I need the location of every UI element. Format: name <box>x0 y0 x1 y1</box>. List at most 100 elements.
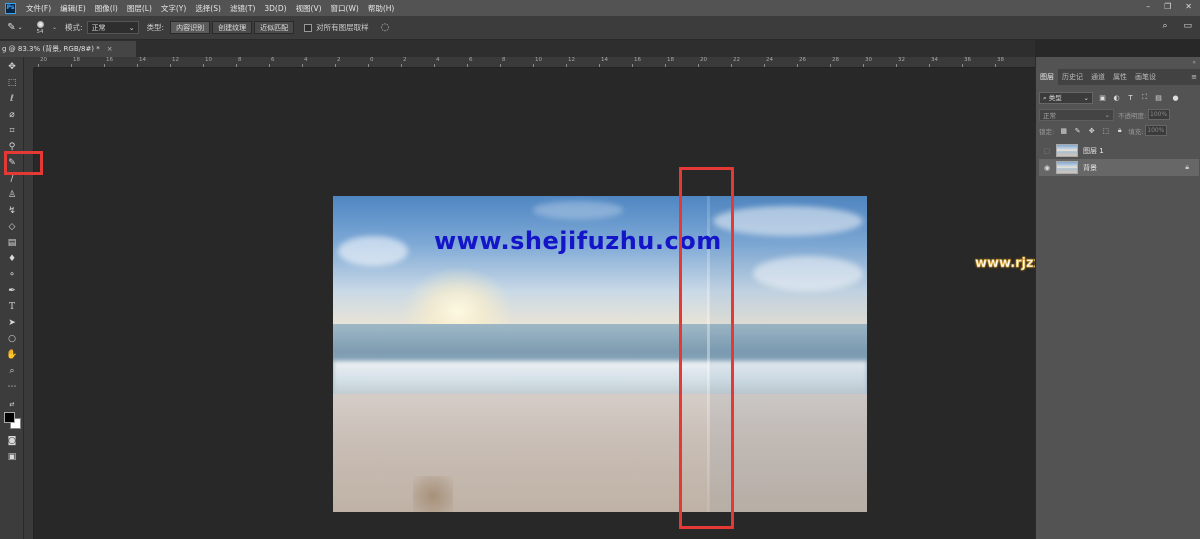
collapse-panel-icon[interactable]: » <box>1192 59 1196 66</box>
lock-artboard-icon[interactable]: ⬚ <box>1101 126 1110 135</box>
minimize-icon[interactable]: – <box>1146 2 1150 11</box>
ruler-label: 8 <box>238 57 242 63</box>
blend-mode-value: 正常 <box>1043 111 1056 120</box>
more-tools-icon[interactable]: ⋯ <box>4 380 20 394</box>
layer-row[interactable]: ◉ 背景 🔒︎ <box>1039 159 1199 176</box>
menu-image[interactable]: 图像(I) <box>95 3 118 14</box>
content-aware-button[interactable]: 内容识别 <box>170 21 211 34</box>
menu-filter[interactable]: 滤镜(T) <box>230 3 255 14</box>
menu-layer[interactable]: 图层(L) <box>127 3 152 14</box>
vertical-ruler <box>24 68 34 539</box>
ruler-label: 18 <box>73 57 80 63</box>
clone-stamp-tool-icon[interactable]: ♙ <box>4 188 20 202</box>
adjustment-filter-icon[interactable]: ◐ <box>1112 93 1121 102</box>
tab-history[interactable]: 历史记 <box>1058 69 1087 85</box>
mode-select[interactable]: 正常 ⌄ <box>86 21 139 34</box>
tab-brush-settings[interactable]: 画笔设 <box>1131 69 1160 85</box>
type-filter-icon[interactable]: T <box>1126 93 1135 102</box>
chevron-down-icon[interactable]: ⌄ <box>52 24 57 31</box>
panel-menu-icon[interactable]: ≡ <box>1191 73 1197 81</box>
shape-filter-icon[interactable]: ⛶ <box>1140 93 1149 102</box>
smart-object-filter-icon[interactable]: ▤ <box>1154 93 1163 102</box>
blur-tool-icon[interactable]: ♦ <box>4 252 20 266</box>
lock-image-icon[interactable]: ✎ <box>1073 126 1082 135</box>
pixel-filter-icon[interactable]: ▣ <box>1098 93 1107 102</box>
menu-file[interactable]: 文件(F) <box>26 3 51 14</box>
foreground-color-swatch[interactable] <box>4 412 15 423</box>
type-tool-icon[interactable]: T <box>4 300 20 314</box>
dodge-tool-icon[interactable]: ⚬ <box>4 268 20 282</box>
close-window-icon[interactable]: ✕ <box>1185 2 1192 11</box>
layer-filter-select[interactable]: ⌕ 类型 ⌄ <box>1039 91 1093 104</box>
menu-select[interactable]: 选择(S) <box>195 3 221 14</box>
window-controls: – ❐ ✕ <box>1146 2 1192 11</box>
move-tool-icon[interactable]: ✥ <box>4 60 20 74</box>
blend-mode-select[interactable]: 正常 ⌄ <box>1039 108 1114 121</box>
sample-all-layers-checkbox[interactable] <box>304 23 313 32</box>
menu-help[interactable]: 帮助(H) <box>368 3 395 14</box>
menu-3d[interactable]: 3D(D) <box>264 4 286 13</box>
panel-tabs: 图层 历史记 通道 属性 画笔设 ≡ <box>1036 69 1200 85</box>
ruler-label: 14 <box>601 57 608 63</box>
crop-tool-icon[interactable]: ⌗ <box>4 124 20 138</box>
workspace-icon[interactable]: ▭ <box>1183 21 1192 31</box>
menu-edit[interactable]: 编辑(E) <box>60 3 86 14</box>
search-icon[interactable]: ⌕ <box>1162 21 1167 31</box>
hand-tool-icon[interactable]: ✋ <box>4 348 20 362</box>
document-tab[interactable]: g @ 83.3% (背景, RGB/8#) * × <box>0 41 136 57</box>
layer-row[interactable]: □ 图层 1 <box>1039 142 1199 159</box>
lasso-tool-icon[interactable]: ℓ <box>4 92 20 106</box>
ruler-tick <box>335 64 336 67</box>
lock-label: 锁定: <box>1039 127 1055 136</box>
ruler-tick <box>500 64 501 67</box>
ruler-corner <box>24 57 34 68</box>
ruler-label: 4 <box>436 57 440 63</box>
opacity-input[interactable]: 100% <box>1148 109 1171 120</box>
fill-input[interactable]: 100% <box>1145 125 1168 136</box>
tab-properties[interactable]: 属性 <box>1109 69 1131 85</box>
filter-toggle-icon[interactable]: ● <box>1171 93 1180 102</box>
ruler-tick <box>665 64 666 67</box>
tab-layers[interactable]: 图层 <box>1036 69 1058 85</box>
quick-selection-tool-icon[interactable]: ⌀ <box>4 108 20 122</box>
lock-all-icon[interactable]: 🔒︎ <box>1115 126 1124 135</box>
lock-transparent-icon[interactable]: ▦ <box>1059 126 1068 135</box>
ruler-label: 0 <box>370 57 374 63</box>
brush-size-picker[interactable]: 54 <box>30 18 50 38</box>
cloud-shape <box>533 201 623 219</box>
ruler-label: 26 <box>799 57 806 63</box>
restore-icon[interactable]: ❐ <box>1164 2 1171 11</box>
ruler-label: 36 <box>964 57 971 63</box>
spot-healing-brush-tool-preset-icon[interactable]: ✎ ⌄ <box>0 18 30 38</box>
ruler-label: 38 <box>997 57 1004 63</box>
menu-view[interactable]: 视图(V) <box>296 3 322 14</box>
blend-row: 正常 ⌄ 不透明度: 100% <box>1039 108 1197 121</box>
ruler-tick <box>434 64 435 67</box>
proximity-match-button[interactable]: 近似匹配 <box>254 21 295 34</box>
lock-position-icon[interactable]: ✥ <box>1087 126 1096 135</box>
eraser-tool-icon[interactable]: ◇ <box>4 220 20 234</box>
ruler-tick <box>533 64 534 67</box>
swap-colors-icon[interactable]: ⇄ <box>4 397 20 411</box>
tab-channels[interactable]: 通道 <box>1087 69 1109 85</box>
marquee-tool-icon[interactable]: ⬚ <box>4 76 20 90</box>
zoom-tool-icon[interactable]: ⌕ <box>4 364 20 378</box>
gradient-tool-icon[interactable]: ▤ <box>4 236 20 250</box>
screen-mode-icon[interactable]: ▣ <box>4 450 20 464</box>
path-selection-tool-icon[interactable]: ➤ <box>4 316 20 330</box>
history-brush-tool-icon[interactable]: ↯ <box>4 204 20 218</box>
quick-mask-icon[interactable]: ◙ <box>4 434 20 448</box>
visibility-off-icon[interactable]: □ <box>1042 146 1052 156</box>
layer-name: 背景 <box>1083 163 1097 172</box>
shape-tool-icon[interactable]: ○ <box>4 332 20 346</box>
create-texture-button[interactable]: 创建纹理 <box>212 21 253 34</box>
eye-icon[interactable]: ◉ <box>1042 163 1052 173</box>
ruler-tick <box>698 64 699 67</box>
ruler-tick <box>269 64 270 67</box>
pressure-icon[interactable]: ◌ <box>381 22 390 33</box>
menu-type[interactable]: 文字(Y) <box>161 3 186 14</box>
pen-tool-icon[interactable]: ✒ <box>4 284 20 298</box>
menu-window[interactable]: 窗口(W) <box>331 3 359 14</box>
ruler-label: 12 <box>172 57 179 63</box>
close-tab-icon[interactable]: × <box>107 45 113 53</box>
